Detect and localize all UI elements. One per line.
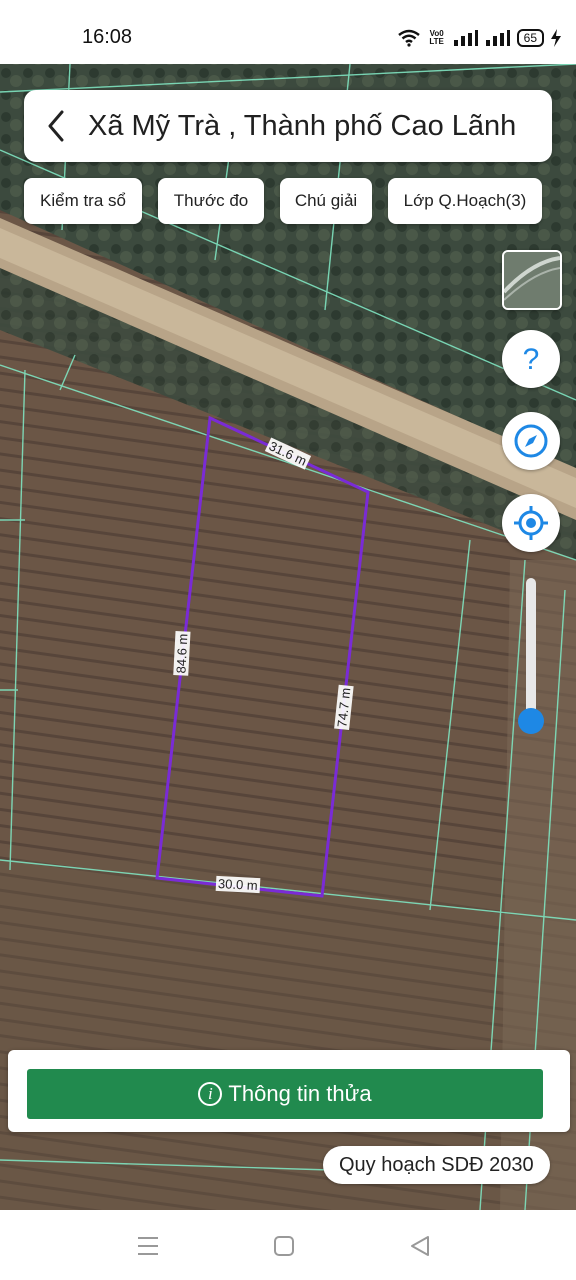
help-icon: ? [523, 343, 540, 376]
chip-label: Chú giải [294, 191, 358, 210]
status-bar: 16:08 Vo0 LTE 65 [0, 0, 576, 64]
chip-label: Kiểm tra sổ [40, 191, 126, 210]
parcel-info-label: Thông tin thửa [228, 1081, 372, 1106]
location-header: Xã Mỹ Trà , Thành phố Cao Lãnh [24, 90, 552, 162]
wifi-icon [397, 29, 420, 47]
measure-button[interactable]: Thước đo [158, 178, 264, 224]
chip-label: Thước đo [173, 191, 249, 210]
volte-icon: Vo0 LTE [429, 29, 444, 46]
zoom-slider-handle[interactable] [518, 708, 544, 734]
home-icon[interactable] [270, 1232, 298, 1260]
signal-icon-2 [485, 30, 510, 46]
menu-icon[interactable] [134, 1232, 162, 1260]
map-canvas[interactable] [0, 64, 576, 1210]
edge-label-left: 84.6 m [173, 631, 191, 676]
svg-text:?: ? [523, 343, 540, 376]
compass-button[interactable] [502, 412, 560, 470]
planning-layer-button[interactable]: Lớp Q.Hoạch(3) [388, 178, 542, 224]
clock: 16:08 [82, 26, 133, 48]
location-title: Xã Mỹ Trà , Thành phố Cao Lãnh [88, 110, 517, 142]
back-icon[interactable] [406, 1232, 434, 1260]
chip-label: Lớp Q.Hoạch(3) [403, 191, 527, 210]
info-panel: i Thông tin thửa [8, 1050, 570, 1132]
legend-button[interactable]: Chú giải [280, 178, 372, 224]
battery-icon: 65 [516, 29, 544, 47]
parcel-info-button[interactable]: i Thông tin thửa [27, 1069, 543, 1119]
charging-icon [551, 29, 561, 47]
signal-icon [453, 30, 478, 46]
map-layer-switcher[interactable] [502, 250, 562, 310]
locate-button[interactable] [502, 494, 560, 552]
locate-icon [514, 506, 548, 540]
compass-icon [514, 424, 548, 458]
info-icon: i [198, 1082, 223, 1106]
system-nav-bar [0, 1210, 576, 1280]
help-button[interactable]: ? [502, 330, 560, 388]
zoom-slider-track[interactable] [526, 578, 536, 728]
back-arrow-icon[interactable] [42, 108, 70, 144]
satellite-layer-icon [504, 252, 560, 308]
satellite-map[interactable]: 31.6 m 84.6 m 74.7 m 30.0 m [0, 64, 576, 1210]
status-icons: Vo0 LTE 65 [397, 24, 562, 52]
planning-tag[interactable]: Quy hoạch SDĐ 2030 [323, 1146, 550, 1184]
check-book-button[interactable]: Kiểm tra sổ [24, 178, 142, 224]
edge-label-bottom: 30.0 m [215, 875, 261, 894]
